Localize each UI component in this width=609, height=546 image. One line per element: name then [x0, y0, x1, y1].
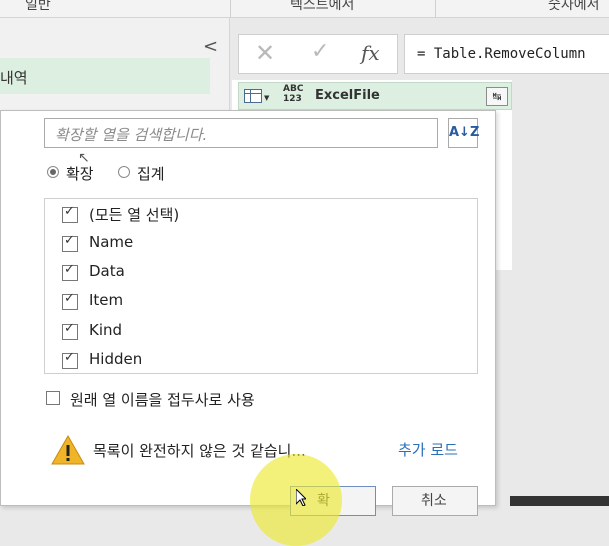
- commit-formula-icon[interactable]: ✓: [311, 39, 329, 64]
- radio-aggregate[interactable]: [118, 166, 130, 178]
- radio-expand[interactable]: [47, 166, 59, 178]
- checkbox[interactable]: [62, 233, 78, 252]
- taskbar-edge: [510, 496, 609, 506]
- checkbox[interactable]: [62, 350, 78, 369]
- checkbox[interactable]: [62, 321, 78, 340]
- checkbox-label: Item: [89, 291, 124, 309]
- cancel-button[interactable]: 취소: [392, 486, 478, 516]
- checkbox-label: Name: [89, 233, 134, 251]
- checkbox-label: Data: [89, 262, 125, 280]
- pointer-cursor-icon: [296, 489, 306, 506]
- checkbox[interactable]: [62, 262, 78, 281]
- type-any-icon[interactable]: ABC 123: [283, 84, 303, 104]
- fx-icon[interactable]: fx: [361, 41, 380, 65]
- query-list-item-selected[interactable]: 내역: [0, 58, 210, 94]
- use-prefix-label: 원래 열 이름을 접두사로 사용: [70, 391, 255, 409]
- ribbon-divider: [435, 0, 436, 18]
- checkbox[interactable]: [62, 204, 78, 223]
- search-placeholder: 확장할 열을 검색합니다.: [55, 126, 208, 144]
- ribbon-tabs: 일반 텍스트에서 숫자에서: [0, 0, 609, 18]
- collapse-pane-icon[interactable]: <: [203, 36, 218, 57]
- ribbon-tab-from-number[interactable]: 숫자에서: [548, 0, 600, 14]
- ribbon-tab-general[interactable]: 일반: [25, 0, 51, 14]
- checkbox-label: (모든 열 선택): [89, 206, 180, 224]
- radio-expand-label: 확장: [66, 165, 94, 183]
- checkbox-label: Hidden: [89, 350, 143, 368]
- column-name: ExcelFile: [315, 88, 380, 103]
- query-name: 내역: [0, 69, 28, 87]
- table-icon[interactable]: [244, 89, 262, 103]
- cancel-button-label: 취소: [421, 493, 447, 509]
- warning-icon: [51, 434, 85, 465]
- checkbox-label: Kind: [89, 321, 123, 339]
- table-menu-dropdown-icon[interactable]: ▼: [264, 94, 269, 102]
- ribbon-tab-from-text[interactable]: 텍스트에서: [290, 0, 354, 14]
- formula-bar-buttons: ✕ ✓ fx: [238, 34, 398, 74]
- checkbox[interactable]: [62, 291, 78, 310]
- radio-aggregate-label: 집계: [137, 165, 165, 183]
- cancel-formula-icon[interactable]: ✕: [255, 39, 275, 67]
- use-prefix-checkbox[interactable]: [46, 391, 60, 405]
- search-columns-input[interactable]: 확장할 열을 검색합니다.: [44, 118, 438, 148]
- load-more-link[interactable]: 추가 로드: [398, 439, 458, 460]
- incomplete-list-warning: 목록이 완전하지 않은 것 같습니...: [93, 442, 306, 460]
- sort-az-button[interactable]: A↓Z: [448, 118, 479, 148]
- expand-column-button[interactable]: ↹: [486, 87, 508, 106]
- ribbon-divider: [230, 0, 231, 18]
- formula-text: = Table.RemoveColumn: [417, 46, 586, 62]
- formula-input[interactable]: = Table.RemoveColumn: [404, 34, 609, 74]
